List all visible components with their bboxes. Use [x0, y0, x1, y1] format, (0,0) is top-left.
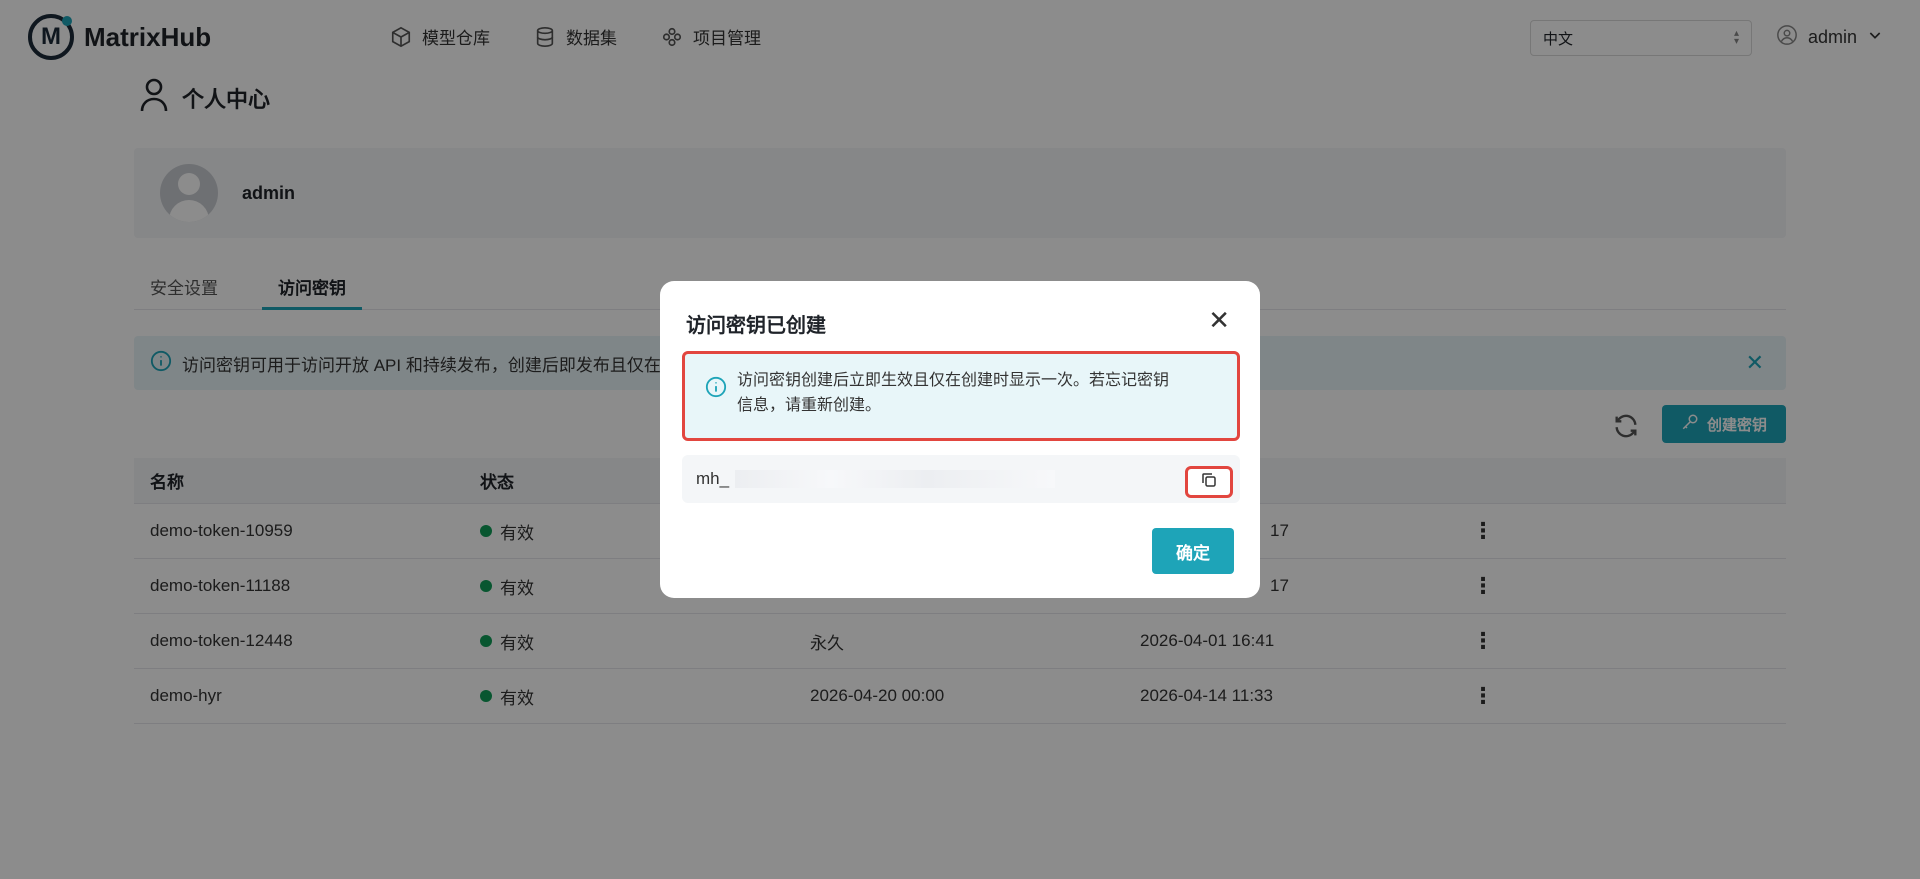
- key-created-modal: 访问密钥已创建 ✕ 访问密钥创建后立即生效且仅在创建时显示一次。若忘记密钥 信息…: [660, 281, 1260, 598]
- copy-button[interactable]: [1185, 466, 1233, 498]
- secret-key-field[interactable]: mh_: [682, 455, 1240, 503]
- close-icon[interactable]: ✕: [1208, 305, 1230, 336]
- confirm-button[interactable]: 确定: [1152, 528, 1234, 574]
- masked-key: [735, 470, 1056, 488]
- key-prefix: mh_: [696, 469, 730, 488]
- copy-icon: [1200, 471, 1218, 494]
- warning-line-2: 信息，请重新创建。: [737, 397, 882, 414]
- warning-line-1: 访问密钥创建后立即生效且仅在创建时显示一次。若忘记密钥: [737, 372, 1170, 389]
- modal-warning: 访问密钥创建后立即生效且仅在创建时显示一次。若忘记密钥 信息，请重新创建。: [682, 351, 1240, 441]
- info-icon: [705, 376, 727, 406]
- modal-title: 访问密钥已创建: [686, 315, 826, 337]
